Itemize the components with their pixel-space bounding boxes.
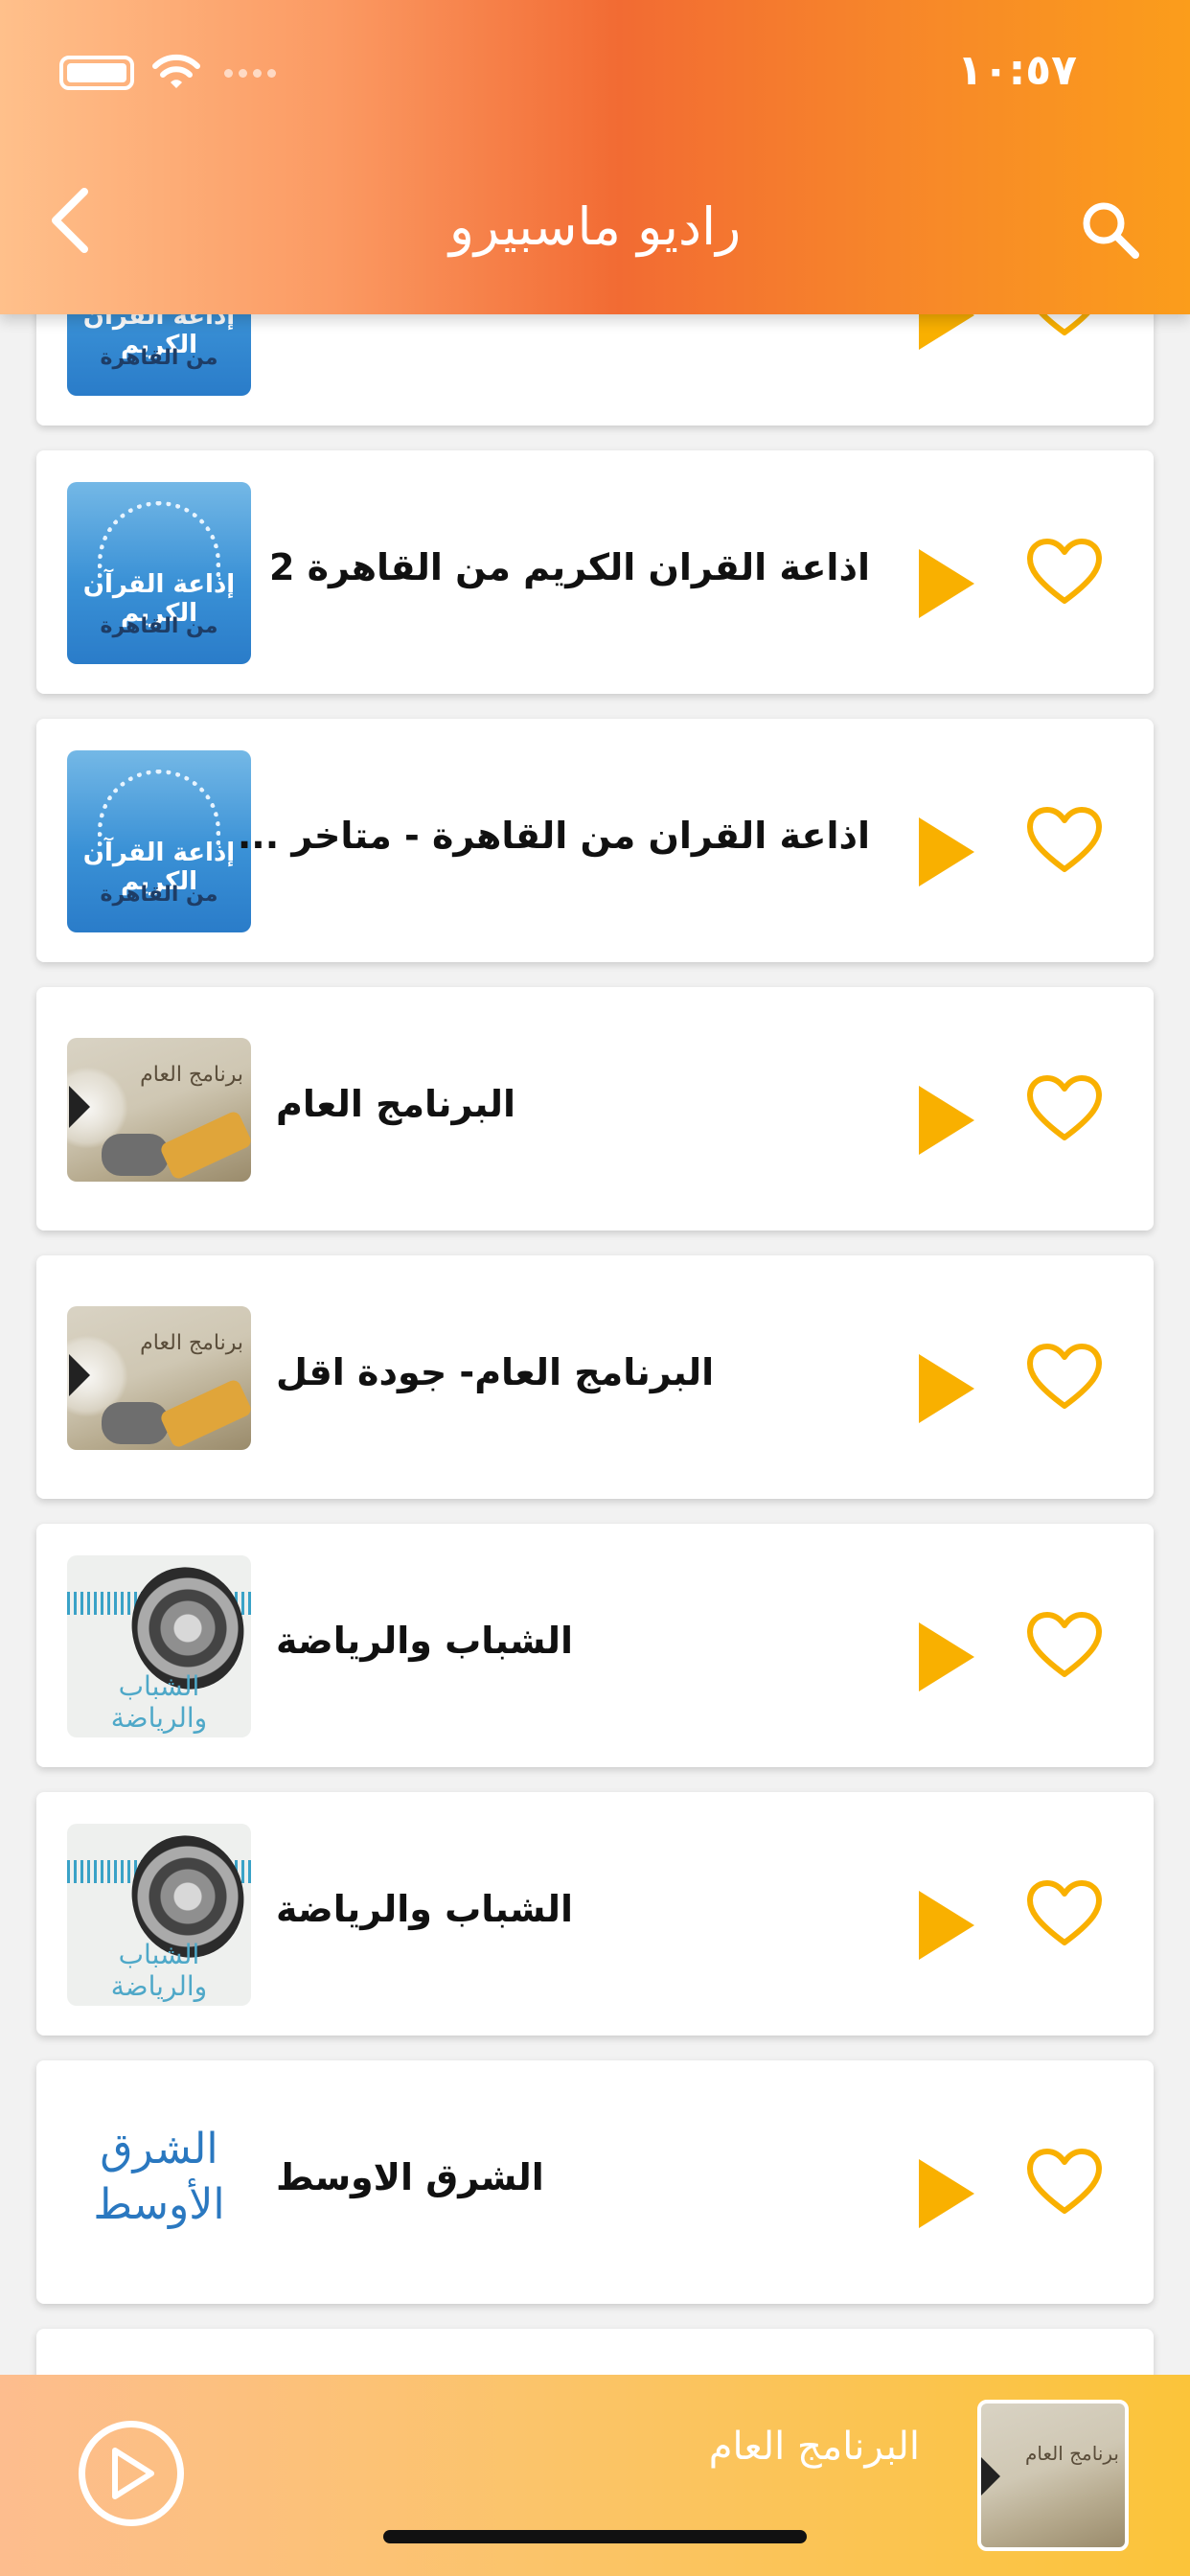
station-list: إذاعة القرآن الكريم من القاهرة إذاعة الق… — [0, 0, 1190, 2576]
station-thumbnail: الشرق الأوسط — [67, 2092, 251, 2274]
play-icon — [112, 2448, 154, 2499]
home-indicator — [383, 2530, 807, 2543]
station-card[interactable]: إذاعة القرآن الكريم من القاهرة اذاعة الق… — [36, 719, 1154, 962]
station-thumbnail: الشباب والرياضة — [67, 1555, 251, 1737]
wifi-icon — [152, 54, 200, 88]
status-time: ١٠:٥٧ — [956, 46, 1077, 95]
station-name: الشرق الاوسط — [276, 2156, 544, 2198]
play-icon — [919, 1354, 974, 1423]
station-name: الشباب والرياضة — [276, 1620, 574, 1662]
favorite-button[interactable] — [1021, 1602, 1108, 1689]
page-title: راديو ماسبيرو — [448, 196, 742, 257]
station-thumbnail: إذاعة القرآن الكريم من القاهرة — [67, 482, 251, 664]
heart-outline-icon — [1027, 1075, 1102, 1140]
play-button[interactable] — [908, 809, 985, 895]
status-icons — [59, 54, 276, 92]
play-icon — [919, 1622, 974, 1691]
station-thumbnail: إذاعة القرآن الكريم من القاهرة — [67, 750, 251, 932]
heart-outline-icon — [1027, 2149, 1102, 2214]
thumb-text: برنامج العام — [140, 1063, 243, 1087]
station-card[interactable]: برنامج العام البرنامج العام- جودة اقل — [36, 1255, 1154, 1499]
station-name: اذاعة القران من القاهرة - متاخر ... — [237, 815, 870, 857]
mini-player[interactable]: البرنامج العام برنامج العام — [0, 2375, 1190, 2576]
search-icon — [1083, 202, 1139, 259]
heart-outline-icon — [1027, 1880, 1102, 1945]
favorite-button[interactable] — [1021, 529, 1108, 615]
app-header: ١٠:٥٧ راديو ماسبيرو — [0, 0, 1190, 314]
station-thumbnail: برنامج العام — [67, 1306, 251, 1450]
heart-outline-icon — [1027, 539, 1102, 604]
play-icon — [919, 1891, 974, 1960]
station-card[interactable]: الشرق الأوسط الشرق الاوسط — [36, 2060, 1154, 2304]
station-name: الشباب والرياضة — [276, 1888, 574, 1930]
play-button[interactable] — [908, 1077, 985, 1163]
heart-outline-icon — [1027, 1612, 1102, 1677]
thumb-text: برنامج العام — [1024, 2442, 1119, 2465]
favorite-button[interactable] — [1021, 1066, 1108, 1152]
thumb-text: الشباب والرياضة — [110, 1670, 208, 1734]
search-button[interactable] — [1077, 196, 1144, 264]
player-thumbnail: برنامج العام — [977, 2400, 1129, 2551]
heart-outline-icon — [1027, 1344, 1102, 1409]
station-thumbnail: الشباب والرياضة — [67, 1824, 251, 2006]
play-button[interactable] — [908, 540, 985, 627]
thumb-text: الشرق — [100, 2125, 218, 2174]
play-button[interactable] — [908, 1346, 985, 1432]
play-button[interactable] — [908, 1614, 985, 1700]
signal-icon — [224, 68, 276, 78]
player-play-button[interactable] — [79, 2421, 184, 2526]
play-button[interactable] — [908, 1882, 985, 1968]
play-icon — [919, 817, 974, 886]
thumb-text: الأوسط — [93, 2180, 225, 2229]
station-name: اذاعة القران الكريم من القاهرة 2 — [268, 546, 870, 588]
station-card[interactable]: الشباب والرياضة الشباب والرياضة — [36, 1792, 1154, 2036]
favorite-button[interactable] — [1021, 1334, 1108, 1420]
station-card[interactable]: إذاعة القرآن الكريم من القاهرة اذاعة الق… — [36, 450, 1154, 694]
thumb-text: الشباب والرياضة — [110, 1939, 208, 2002]
play-icon — [919, 2159, 974, 2228]
station-name: البرنامج العام — [276, 1083, 515, 1125]
thumb-text: برنامج العام — [140, 1331, 243, 1355]
thumb-text: من القاهرة — [100, 346, 218, 370]
heart-outline-icon — [1027, 807, 1102, 872]
thumb-text: من القاهرة — [100, 883, 218, 907]
play-icon — [919, 549, 974, 618]
station-thumbnail: برنامج العام — [67, 1038, 251, 1182]
play-icon — [919, 1086, 974, 1155]
favorite-button[interactable] — [1021, 797, 1108, 884]
favorite-button[interactable] — [1021, 1871, 1108, 1957]
station-card[interactable]: الشباب والرياضة الشباب والرياضة — [36, 1524, 1154, 1767]
thumb-text: من القاهرة — [100, 614, 218, 638]
favorite-button[interactable] — [1021, 2139, 1108, 2225]
battery-icon — [59, 56, 134, 90]
station-card[interactable]: برنامج العام البرنامج العام — [36, 987, 1154, 1230]
station-name: البرنامج العام- جودة اقل — [276, 1351, 715, 1393]
player-station-title: البرنامج العام — [708, 2425, 920, 2469]
play-button[interactable] — [908, 2150, 985, 2237]
